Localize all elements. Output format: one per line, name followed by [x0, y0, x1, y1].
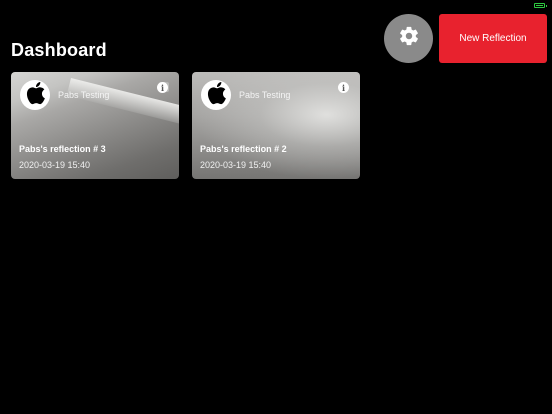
card-title: Pabs's reflection # 2: [200, 144, 287, 154]
card-date: 2020-03-19 15:40: [200, 160, 272, 170]
card-author: Pabs Testing: [239, 90, 291, 100]
new-reflection-button[interactable]: New Reflection: [439, 14, 547, 63]
avatar: [201, 80, 231, 110]
apple-logo-icon: [24, 81, 46, 110]
card-author: Pabs Testing: [58, 90, 110, 100]
avatar: [20, 80, 50, 110]
info-icon[interactable]: i: [157, 82, 168, 93]
reflection-card[interactable]: Pabs Testing i Pabs's reflection # 2 202…: [192, 72, 360, 179]
apple-logo-icon: [205, 81, 227, 110]
reflection-card[interactable]: Pabs Testing i Pabs's reflection # 3 202…: [11, 72, 179, 179]
card-date: 2020-03-19 15:40: [19, 160, 91, 170]
gear-icon: [398, 25, 420, 52]
battery-icon: [534, 3, 547, 8]
dashboard-screen: Dashboard New Reflection Pabs Testing i …: [0, 0, 552, 414]
info-icon[interactable]: i: [338, 82, 349, 93]
settings-button[interactable]: [384, 14, 433, 63]
page-title: Dashboard: [11, 40, 107, 60]
card-title: Pabs's reflection # 3: [19, 144, 106, 154]
